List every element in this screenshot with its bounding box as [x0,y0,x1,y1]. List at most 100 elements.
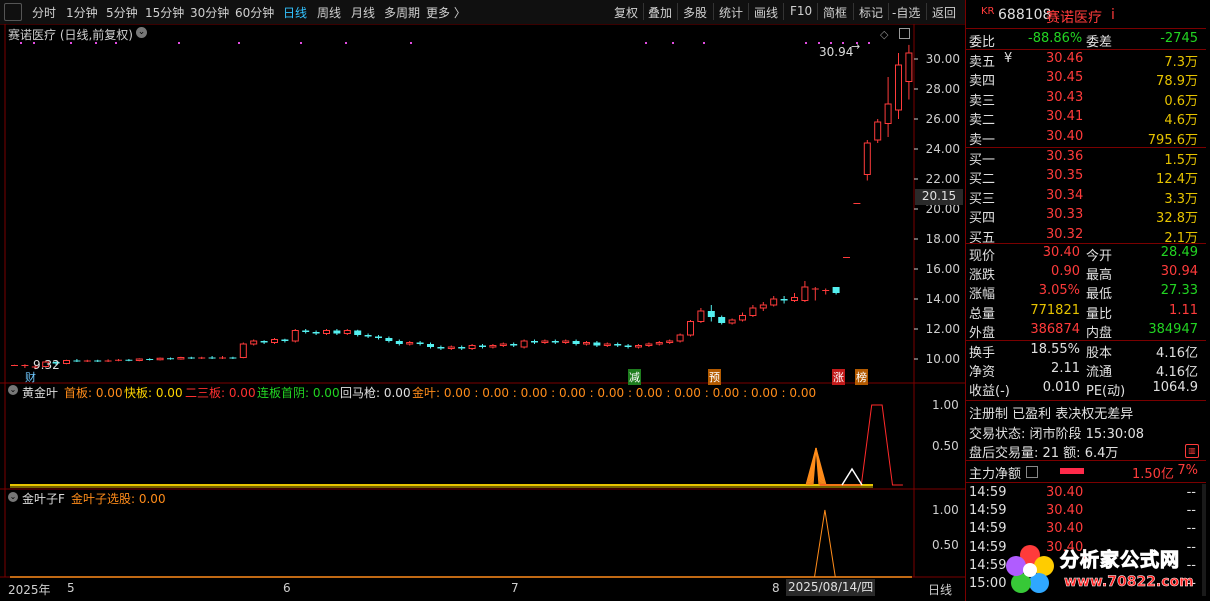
after-hours-text: 盘后交易量: 21 额: 6.4万 [969,446,1119,461]
event-dot [868,42,870,44]
buy-level-volume: 3.3万 [1164,191,1198,207]
candle [739,312,746,322]
tick-price: 30.40 [1046,521,1084,537]
candle [125,359,133,362]
quote-value: 386874 [1030,321,1080,337]
candle [458,345,466,350]
quote-label: 量比 [1086,306,1113,322]
watermark-url: www.70822.com [1064,574,1194,591]
tick-row: 14:59 30.40 -- [966,520,1206,539]
marker-finance[interactable]: 财 [25,369,36,385]
candle [281,338,289,343]
event-dot [672,42,674,44]
quote-label: 内盘 [1086,325,1113,341]
mark-button[interactable]: 标记 [859,4,883,21]
candle [94,359,102,362]
candle [239,342,247,359]
buy-level-row: 买四 30.33 32.8万 [966,206,1206,226]
back-button[interactable]: 返回 [932,4,956,21]
overlay-button[interactable]: 叠加 [648,4,672,21]
candle [416,341,424,346]
period-monthly[interactable]: 月线 [351,4,375,21]
marker-forecast[interactable]: 预 [708,369,721,385]
candle [343,329,351,335]
candle [832,287,840,295]
yaxis-label: 24.00 [926,142,960,156]
candle [666,339,674,344]
candle [780,296,788,304]
period-15min[interactable]: 15分钟 [145,4,184,21]
candle [354,329,362,337]
period-60min[interactable]: 60分钟 [235,4,274,21]
period-1min[interactable]: 1分钟 [66,4,98,21]
weicha-label: 委差 [1086,35,1113,50]
period-daily[interactable]: 日线 [283,4,307,21]
event-dot [830,42,832,44]
marker-limit-up[interactable]: 涨 [832,369,845,385]
adjust-button[interactable]: 复权 [614,4,638,21]
fund-value: 18.55% [1030,342,1080,357]
buy-level-row: 买五 30.32 2.1万 [966,226,1206,246]
candle [187,356,195,359]
high-arrow-icon: → [851,40,861,53]
toolbar: 分时 1分钟 5分钟 15分钟 30分钟 60分钟 日线 周线 月线 多周期 更… [0,0,965,25]
event-dot [645,42,647,44]
sell-level-row: 卖四 30.45 78.9万 [966,69,1206,90]
period-more[interactable]: 更多 〉 [426,4,466,21]
tick-time: 14:59 [969,521,1007,537]
list-icon[interactable] [1026,466,1038,478]
trading-state-text: 交易状态: 闭市阶段 15:30:08 [969,427,1145,442]
toolbar-divider [713,3,714,20]
candle [375,335,382,340]
tick-time: 14:59 [969,503,1007,519]
period-multi[interactable]: 多周期 [384,4,420,21]
candle [541,339,549,344]
candle [385,336,393,343]
sell-level-row: 卖五 ¥ 30.46 7.3万 [966,50,1206,70]
watchlist-button[interactable]: -自选 [892,4,920,21]
quote-label: 总量 [969,306,996,322]
menu-grid-icon[interactable] [4,3,22,21]
ind1-name: 黄金叶 [22,386,59,400]
period-5min[interactable]: 5分钟 [106,4,138,21]
yaxis-label: 18.00 [926,232,960,246]
candle [208,356,216,359]
event-dot [805,42,807,44]
weibi-label: 委比 [969,35,996,50]
quote-value: 28.49 [1160,245,1198,260]
fund-label: PE(动) [1086,384,1126,400]
buy-level-label: 买一 [969,153,996,168]
event-dot [345,42,347,44]
tick-row: 14:59 30.40 -- [966,502,1206,521]
period-30min[interactable]: 30分钟 [190,4,229,21]
period-indicator[interactable]: 日线 [928,581,952,598]
chevron-down-icon[interactable]: ⌄ [8,385,18,395]
quote-value: 771821 [1030,302,1080,318]
crosshair-price-tag: 20.15 [915,189,963,205]
yaxis-label: 16.00 [926,262,960,276]
weibi-row: 委比 -88.86% 委差 -2745 [966,30,1206,50]
period-fenshi[interactable]: 分时 [32,4,56,21]
marker-reduce[interactable]: 减 [628,369,641,385]
period-weekly[interactable]: 周线 [317,4,341,21]
info-icon[interactable]: i [1111,7,1115,23]
fund-label: 流通 [1086,365,1113,381]
quote-label: 外盘 [969,325,996,341]
simple-frame-button[interactable]: 简框 [823,4,847,21]
chart-icon[interactable]: ▥ [1185,444,1199,458]
multi-stock-button[interactable]: 多股 [683,4,707,21]
candle [21,364,29,368]
candle [843,257,850,258]
draw-line-button[interactable]: 画线 [754,4,778,21]
chevron-down-icon[interactable]: ⌄ [8,492,18,502]
quote-label: 涨幅 [969,287,996,303]
f10-button[interactable]: F10 [790,4,812,18]
main-flow-bar [1060,468,1084,474]
kline-chart[interactable]: 30.0028.0026.0024.0022.0020.0018.0016.00… [0,24,965,601]
statistics-button[interactable]: 统计 [719,4,743,21]
yaxis-label: 22.00 [926,172,960,186]
candle [603,342,611,347]
candle [250,339,258,346]
sell-level-volume: 78.9万 [1156,74,1198,90]
marker-ranking[interactable]: 榜 [855,369,868,385]
